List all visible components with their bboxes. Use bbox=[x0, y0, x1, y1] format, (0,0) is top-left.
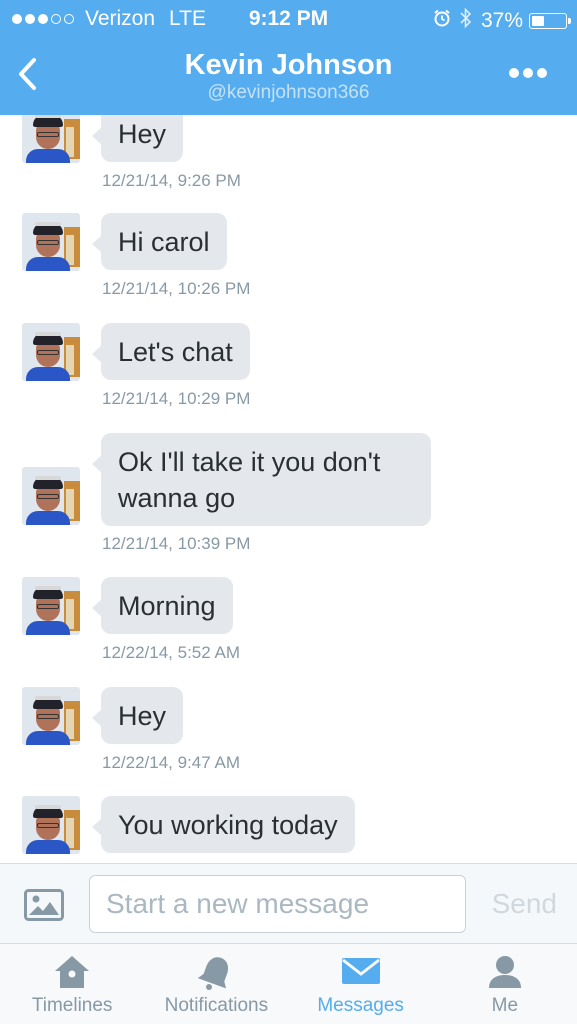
message-timestamp: 12/21/14, 10:26 PM bbox=[102, 279, 251, 298]
message-bubble[interactable]: Hey bbox=[91, 115, 184, 162]
message-timestamp: 12/22/14, 5:52 AM bbox=[102, 643, 240, 662]
more-options-button[interactable] bbox=[505, 68, 547, 78]
battery-icon bbox=[529, 13, 571, 29]
status-right: 37% bbox=[433, 7, 571, 35]
tab-label: Messages bbox=[317, 995, 404, 1016]
message-timestamp: 12/22/14, 9:47 AM bbox=[102, 753, 240, 772]
alarm-icon bbox=[433, 9, 451, 33]
message-bubble[interactable]: You working today bbox=[92, 796, 355, 853]
bluetooth-icon bbox=[459, 7, 473, 35]
ellipsis-icon bbox=[537, 68, 547, 78]
message-bubble[interactable]: Morning bbox=[92, 577, 233, 634]
battery-fill bbox=[532, 16, 544, 26]
message-input[interactable] bbox=[89, 875, 466, 933]
message-timestamp: 12/21/14, 10:39 PM bbox=[102, 534, 251, 553]
tab-bar: Timelines Notifications Messages Me bbox=[0, 944, 577, 1024]
avatar[interactable] bbox=[22, 323, 80, 381]
message-bubble[interactable]: Hi carol bbox=[92, 213, 227, 270]
tab-me[interactable]: Me bbox=[433, 944, 577, 1024]
status-bar: Verizon LTE 9:12 PM 37% bbox=[0, 0, 577, 38]
message-composer: Send bbox=[0, 863, 577, 944]
message-list[interactable]: Hey 12/21/14, 9:26 PM Hi carol 12/21/14,… bbox=[0, 115, 577, 863]
battery-percent: 37% bbox=[480, 9, 523, 32]
message-bubble[interactable]: Ok I'll take it you don't wanna go bbox=[92, 433, 431, 526]
avatar[interactable] bbox=[22, 213, 80, 271]
conversation-header: Kevin Johnson @kevinjohnson366 bbox=[0, 48, 577, 104]
photo-icon bbox=[24, 889, 64, 921]
person-icon bbox=[488, 956, 521, 988]
avatar[interactable] bbox=[22, 687, 80, 745]
tab-label: Notifications bbox=[164, 995, 269, 1016]
message-timestamp: 12/21/14, 10:29 PM bbox=[102, 389, 251, 408]
tab-label: Timelines bbox=[31, 995, 113, 1016]
message-bubble[interactable]: Hey bbox=[91, 687, 184, 744]
message-bubble[interactable]: Let's chat bbox=[92, 323, 250, 380]
battery-tip bbox=[568, 18, 571, 24]
ellipsis-icon bbox=[509, 68, 519, 78]
tab-messages[interactable]: Messages bbox=[289, 944, 433, 1024]
conversation-title: Kevin Johnson bbox=[184, 49, 393, 81]
bell-icon bbox=[198, 957, 229, 990]
message-timestamp: 12/21/14, 9:26 PM bbox=[102, 171, 241, 190]
tab-notifications[interactable]: Notifications bbox=[144, 944, 288, 1024]
avatar[interactable] bbox=[22, 796, 80, 854]
home-icon bbox=[55, 956, 90, 988]
ellipsis-icon bbox=[523, 68, 533, 78]
send-button[interactable]: Send bbox=[492, 888, 557, 920]
tab-label: Me bbox=[491, 995, 519, 1016]
conversation-handle: @kevinjohnson366 bbox=[207, 82, 370, 103]
avatar[interactable] bbox=[22, 467, 80, 525]
tab-timelines[interactable]: Timelines bbox=[0, 944, 144, 1024]
envelope-icon bbox=[341, 958, 380, 984]
avatar[interactable] bbox=[22, 115, 80, 163]
app-header: Verizon LTE 9:12 PM 37% Kevin Johnson @k… bbox=[0, 0, 577, 115]
avatar[interactable] bbox=[22, 577, 80, 635]
add-photo-button[interactable] bbox=[24, 889, 64, 921]
